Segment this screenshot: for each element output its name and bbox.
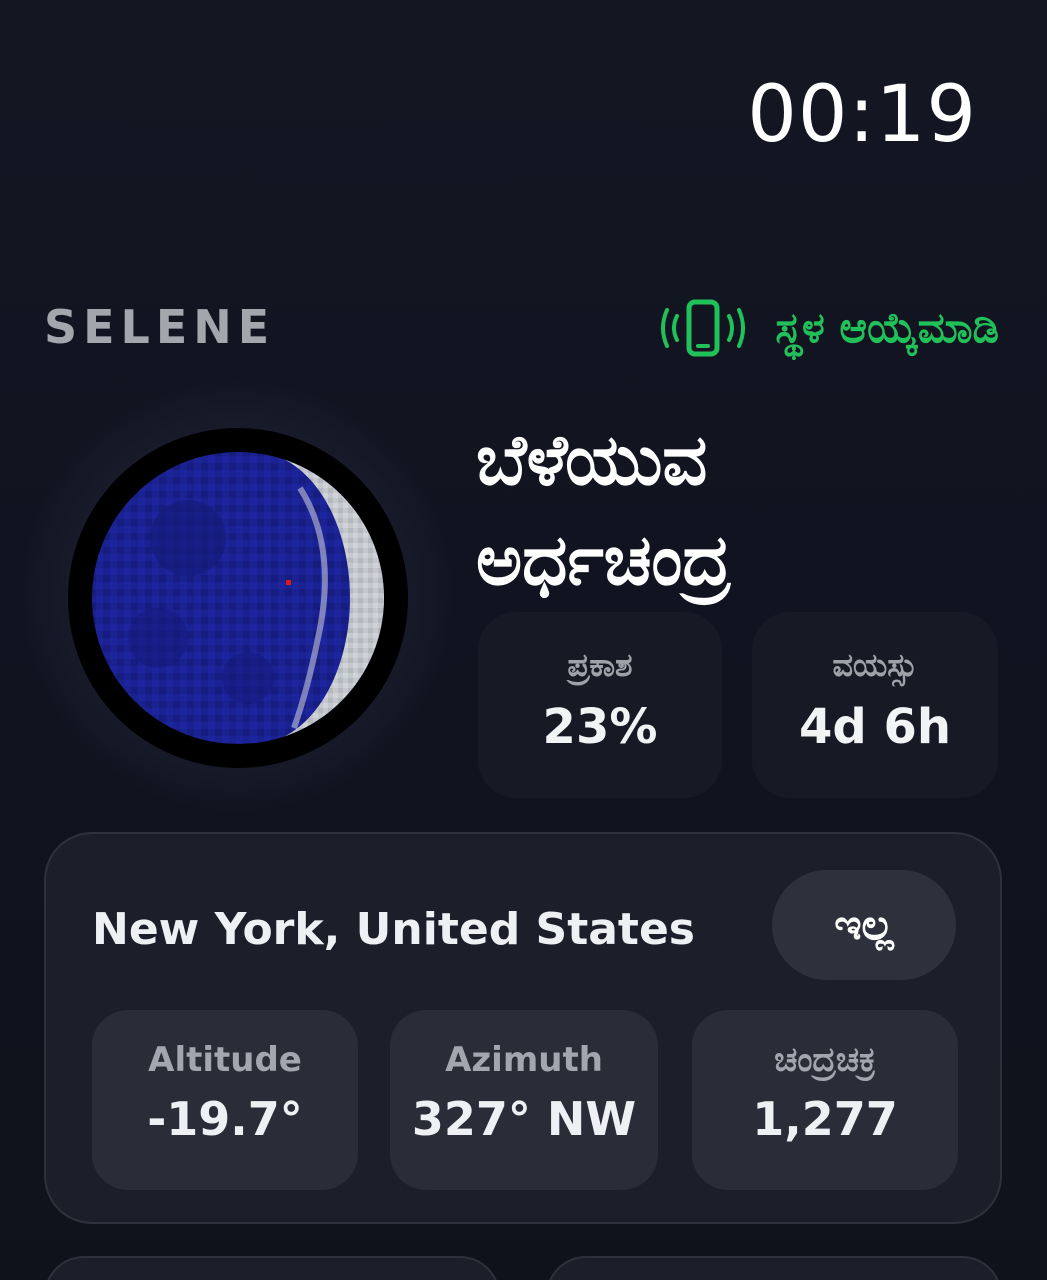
moon-phase-name-line-1: ಬೆಳೆಯುವ (476, 419, 708, 501)
select-location-button[interactable]: ಸ್ಥಳ ಆಯ್ಕೆಮಾಡಿ (661, 298, 999, 358)
next-card-right (546, 1256, 1002, 1280)
age-label: ವಯಸ್ಸು (832, 646, 918, 684)
azimuth-label: Azimuth (445, 1040, 603, 1080)
altitude-card: Altitude -19.7° (92, 1010, 358, 1190)
moon-phase-name-line-2: ಅರ್ಧಚಂದ್ರ (476, 519, 731, 601)
azimuth-value: 327° NW (411, 1092, 637, 1146)
location-card: New York, United States ಇಲ್ಲ Altitude -1… (44, 832, 1002, 1224)
status-clock: 00:19 (747, 70, 977, 160)
phone-vibrate-icon (661, 298, 746, 358)
azimuth-card: Azimuth 327° NW (390, 1010, 658, 1190)
location-toggle-button[interactable]: ಇಲ್ಲ (772, 870, 956, 980)
altitude-value: -19.7° (147, 1092, 303, 1146)
app-brand: SELENE (44, 300, 276, 354)
altitude-label: Altitude (148, 1040, 302, 1080)
illumination-card: ಪ್ರಕಾಶ 23% (478, 612, 722, 798)
select-location-label: ಸ್ಥಳ ಆಯ್ಕೆಮಾಡಿ (775, 303, 999, 352)
lunar-cycle-label: ಚಂದ್ರಚಕ್ರ (774, 1040, 876, 1080)
location-name: New York, United States (92, 904, 695, 955)
moon-phase-name: ಬೆಳೆಯುವ ಅರ್ಧಚಂದ್ರ (476, 410, 996, 610)
illumination-label: ಪ್ರಕಾಶ (567, 646, 633, 684)
age-card: ವಯಸ್ಸು 4d 6h (752, 612, 998, 798)
next-card-left (44, 1256, 500, 1280)
lunar-cycle-card: ಚಂದ್ರಚಕ್ರ 1,277 (692, 1010, 958, 1190)
moon-phase-image (68, 428, 408, 768)
lunar-cycle-value: 1,277 (752, 1092, 898, 1146)
age-value: 4d 6h (798, 699, 952, 755)
illumination-value: 23% (542, 699, 658, 755)
moon-app-screen: 00:19 SELENE ಸ್ಥಳ ಆಯ್ಕೆಮಾಡಿ ಬೆಳೆಯುವ ಅರ್ಧ… (0, 0, 1047, 1280)
